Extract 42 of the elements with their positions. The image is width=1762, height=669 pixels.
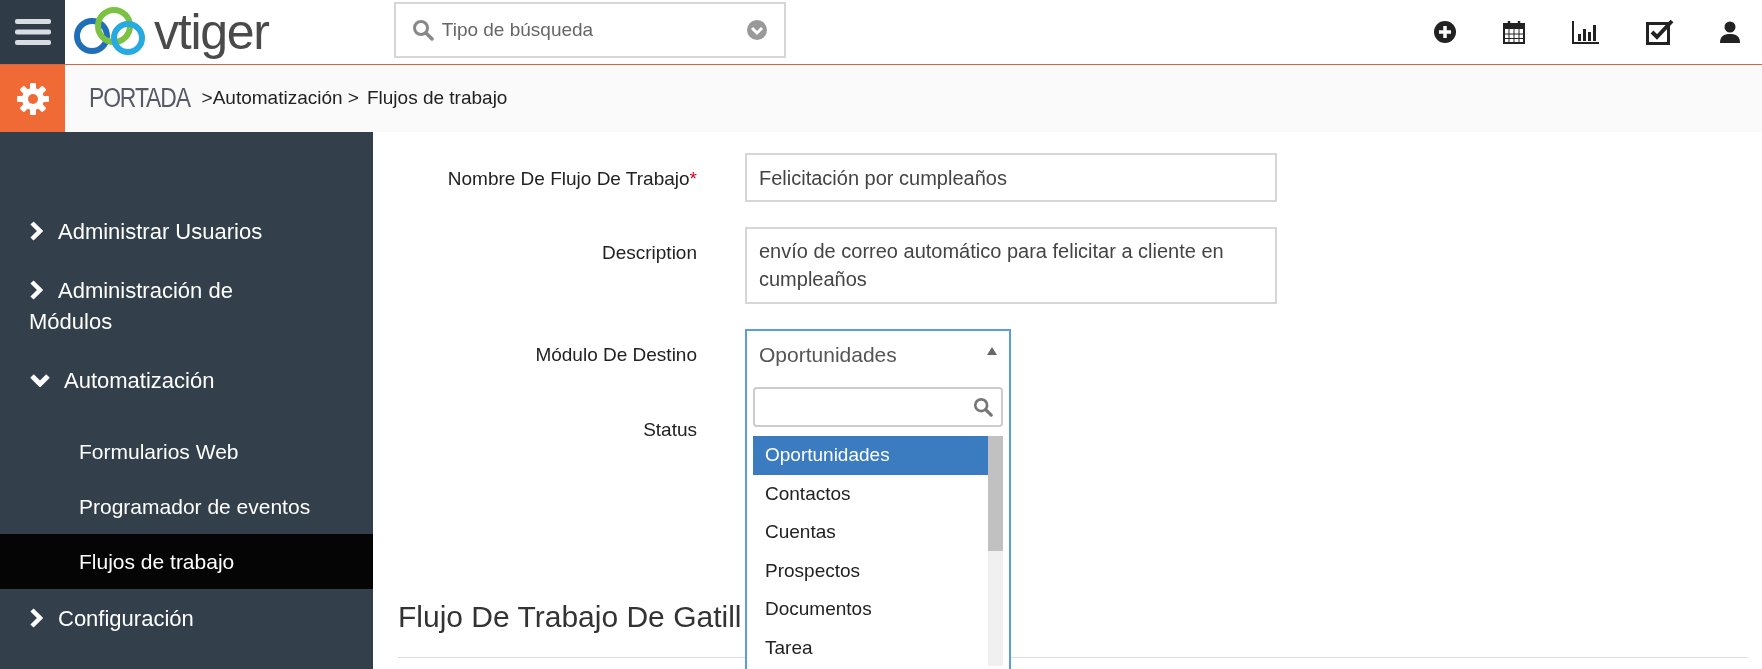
caret-up-icon bbox=[987, 347, 997, 355]
sidebar-item[interactable]: Flujos de trabajo bbox=[0, 534, 373, 589]
calendar-icon[interactable] bbox=[1502, 20, 1526, 44]
settings-icon bbox=[15, 81, 50, 116]
chevron-right-icon bbox=[29, 221, 43, 241]
menu-button[interactable] bbox=[0, 0, 65, 64]
search-icon bbox=[973, 397, 993, 417]
user-icon[interactable] bbox=[1720, 21, 1740, 43]
text-input[interactable]: Felicitación por cumpleaños bbox=[745, 153, 1277, 202]
dropdown-search-field[interactable] bbox=[753, 387, 1003, 427]
sidebar-item[interactable]: Automatización bbox=[0, 351, 373, 424]
dropdown-option[interactable]: Oportunidades bbox=[753, 436, 988, 475]
description-textarea[interactable]: envío de correo automático para felicitar a cliente en cumpleaños bbox=[745, 227, 1277, 304]
search-input[interactable]: Tipo de búsqueda bbox=[441, 15, 738, 45]
field-label: Nombre De Flujo De Trabajo bbox=[447, 167, 690, 191]
dropdown-option[interactable]: Prospectos bbox=[753, 551, 988, 590]
sidebar-item[interactable]: Programador de eventos bbox=[0, 479, 373, 534]
sidebar-item[interactable]: Administrar Usuarios bbox=[0, 202, 373, 261]
chevron-down-icon bbox=[29, 373, 51, 387]
add-icon[interactable] bbox=[1434, 21, 1456, 43]
search-box[interactable]: Tipo de búsqueda bbox=[393, 2, 786, 58]
chevron-right-icon bbox=[29, 608, 43, 628]
field-label: Módulo De Destino bbox=[535, 343, 697, 367]
dropdown-option[interactable]: Cuentas bbox=[753, 513, 988, 552]
chevron-right-icon bbox=[29, 280, 43, 300]
breadcrumb-link[interactable]: Flujos de trabajo bbox=[366, 84, 508, 113]
menu-icon bbox=[14, 17, 51, 47]
breadcrumb-link[interactable]: PORTADA bbox=[89, 78, 190, 119]
chevron-down-icon bbox=[745, 19, 768, 41]
scrollbar[interactable] bbox=[988, 436, 1003, 666]
checkbox-icon[interactable] bbox=[1646, 19, 1674, 45]
search-icon bbox=[411, 19, 434, 41]
required-mark: * bbox=[689, 167, 697, 191]
sidebar-item[interactable]: Administración de Módulos bbox=[0, 261, 373, 351]
dropdown-option[interactable]: Contactos bbox=[753, 474, 988, 513]
field-label: Status bbox=[643, 418, 697, 442]
logo-text: vtiger bbox=[154, 7, 269, 57]
sidebar-item[interactable]: Formularios Web bbox=[0, 424, 373, 479]
bar-chart-icon[interactable] bbox=[1572, 20, 1600, 44]
breadcrumb-link[interactable]: >Automatización > bbox=[201, 84, 359, 113]
field-label: Description bbox=[601, 241, 697, 265]
sidebar-item[interactable]: Configuración bbox=[0, 589, 373, 648]
